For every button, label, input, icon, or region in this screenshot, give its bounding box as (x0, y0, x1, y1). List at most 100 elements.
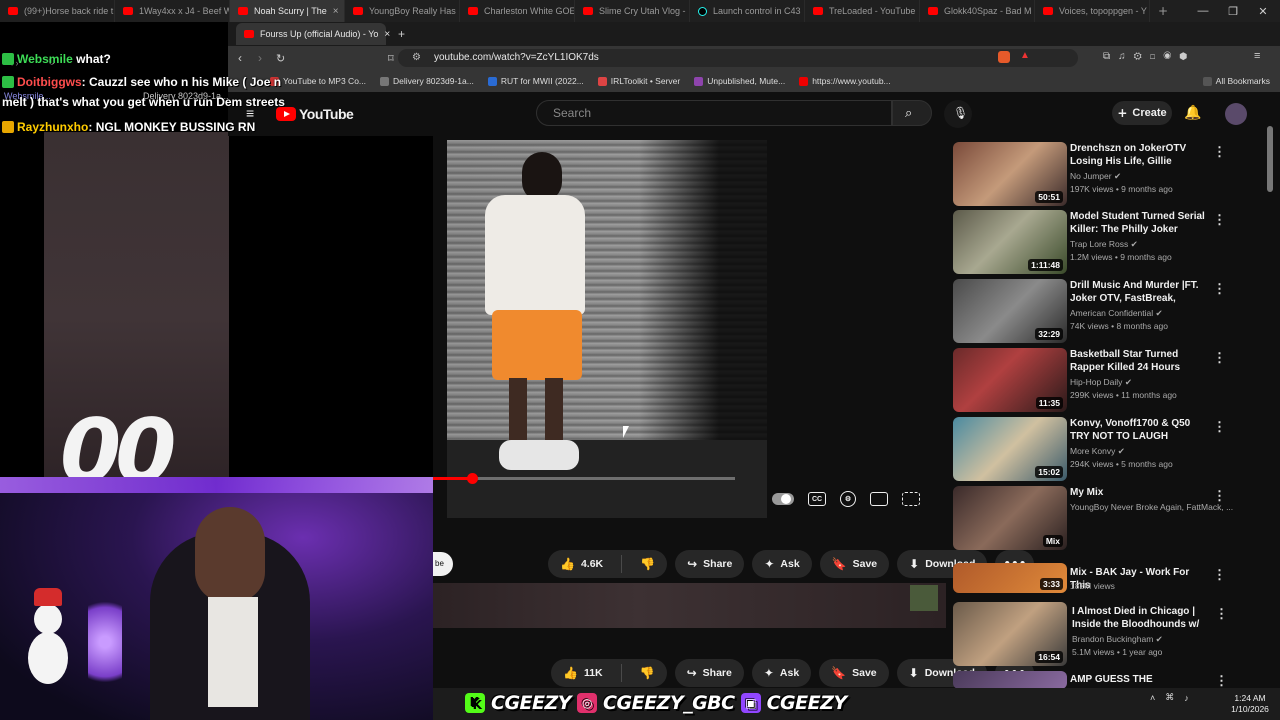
more-options-icon[interactable]: ⋮ (1213, 144, 1226, 160)
browser-tab[interactable]: Launch control in C43× (690, 0, 805, 22)
video-thumbnail[interactable]: 32:29 (953, 279, 1067, 343)
new-tab-button[interactable]: + (1150, 0, 1180, 22)
brave-shield-icon[interactable] (998, 51, 1010, 63)
like-button[interactable]: 👍 4.6K (548, 550, 615, 578)
save-button[interactable]: 🔖 Save (819, 659, 889, 687)
scrollbar-thumb[interactable] (1267, 126, 1273, 192)
video-progress-bar[interactable] (433, 473, 735, 484)
extensions-icons[interactable]: ⧉♫⚙◻◉⬢ (1103, 51, 1195, 62)
video-title[interactable]: Model Student Turned Serial Killer: The … (1070, 210, 1205, 236)
bookmark-item[interactable]: IRLToolkit • Server (597, 76, 680, 86)
like-button[interactable]: 👍 11K (551, 659, 615, 687)
more-options-icon[interactable]: ⋮ (1213, 350, 1226, 366)
recommendation-item[interactable]: 32:29 Drill Music And Murder |FT. Joker … (951, 277, 1271, 343)
bookmark-item[interactable]: Unpublished, Mute... (694, 76, 785, 86)
bookmark-item[interactable]: https://www.youtub... (799, 76, 891, 86)
video-title[interactable]: Basketball Star Turned Rapper Killed 24 … (1070, 348, 1205, 374)
channel-name[interactable]: Hip-Hop Daily ✔ (1070, 377, 1132, 388)
video-player[interactable] (447, 140, 767, 518)
network-icon[interactable]: ⌘ (1165, 692, 1174, 703)
browser-tab[interactable]: Glokk40Spaz - Bad M× (920, 0, 1035, 22)
browser-tab[interactable]: 1Way4xx x J4 - Beef W× (115, 0, 230, 22)
window-minimize-button[interactable]: — (1188, 0, 1218, 22)
video-title[interactable]: Drenchszn on JokerOTV Losing His Life, G… (1070, 142, 1205, 168)
bookmark-item[interactable]: RUT for MWII (2022... (487, 76, 584, 86)
more-options-icon[interactable]: ⋮ (1213, 567, 1226, 583)
volume-icon[interactable]: ♪ (1184, 693, 1189, 703)
recommendation-item[interactable]: 15:02 Konvy, Vonoff1700 & Q50 TRY NOT TO… (951, 415, 1271, 481)
captions-icon[interactable]: CC (808, 492, 826, 506)
more-options-icon[interactable]: ⋮ (1213, 212, 1226, 228)
browser-tab[interactable]: YoungBoy Really Has× (345, 0, 460, 22)
channel-name[interactable]: Brandon Buckingham ✔ (1072, 634, 1163, 645)
voice-search-button[interactable]: 🎙 (944, 100, 972, 128)
dislike-button[interactable]: 👎 (628, 659, 667, 687)
video-thumbnail[interactable]: 16:54 (953, 602, 1067, 666)
settings-gear-icon[interactable]: ⚙ (840, 491, 856, 507)
window-restore-button[interactable]: ❐ (1218, 0, 1248, 22)
recommendation-item[interactable]: 16:54 I Almost Died in Chicago | Inside … (951, 600, 1271, 666)
menu-icon[interactable]: ≡ (1254, 50, 1260, 62)
channel-name[interactable]: No Jumper ✔ (1070, 171, 1121, 182)
more-options-icon[interactable]: ⋮ (1215, 606, 1228, 622)
search-button[interactable]: ⌕ (892, 100, 932, 126)
recommendation-item[interactable]: 50:51 Drenchszn on JokerOTV Losing His L… (951, 140, 1271, 206)
video-thumbnail[interactable]: 1:11:48 (953, 210, 1067, 274)
channel-name[interactable]: Trap Lore Ross ✔ (1070, 239, 1138, 250)
recommendation-item[interactable]: 11:35 Basketball Star Turned Rapper Kill… (951, 346, 1271, 412)
browser-tab[interactable]: Slime Cry Utah Vlog -× (575, 0, 690, 22)
ask-button[interactable]: ✦ Ask (751, 659, 812, 687)
video-title[interactable]: Drill Music And Murder |FT. Joker OTV, F… (1070, 279, 1205, 305)
video-title[interactable]: Konvy, Vonoff1700 & Q50 TRY NOT TO LAUGH… (1070, 417, 1205, 443)
close-tab-icon[interactable]: × (384, 29, 390, 40)
video-thumbnail[interactable] (953, 671, 1067, 689)
browser-tab[interactable]: Charleston White GOE× (460, 0, 575, 22)
browser-tab[interactable]: (99+)Horse back ride t× (0, 0, 115, 22)
rewards-icon[interactable]: ▲ (1020, 50, 1030, 61)
create-button[interactable]: + Create (1112, 101, 1172, 125)
inner-active-tab[interactable]: Fourss Up (official Audio) - Yo × (236, 23, 390, 45)
browser-tab-active[interactable]: Noah Scurry | The × (230, 0, 345, 22)
new-tab-icon[interactable]: + (398, 27, 405, 41)
more-options-icon[interactable]: ⋮ (1213, 419, 1226, 435)
save-button[interactable]: 🔖 Save (819, 550, 890, 578)
channel-name[interactable]: More Konvy ✔ (1070, 446, 1125, 457)
video-thumbnail[interactable]: 11:35 (953, 348, 1067, 412)
recommendation-item[interactable]: Mix My Mix YoungBoy Never Broke Again, F… (951, 484, 1271, 550)
url-bar[interactable]: ⚙ youtube.com/watch?v=ZcYL1IOK7ds (398, 49, 1078, 67)
video-thumbnail[interactable]: 50:51 (953, 142, 1067, 206)
video-thumbnail[interactable]: 3:33 (953, 563, 1067, 593)
fullscreen-icon[interactable] (902, 492, 920, 506)
share-button[interactable]: ↪ Share (675, 550, 745, 578)
notifications-bell-icon[interactable]: 🔔 (1184, 104, 1204, 124)
video-thumbnail[interactable]: 15:02 (953, 417, 1067, 481)
browser-tab[interactable]: TreLoaded - YouTube× (805, 0, 920, 22)
system-clock[interactable]: 1:24 AM 1/10/2026 (1222, 693, 1278, 715)
more-options-icon[interactable]: ⋮ (1215, 673, 1228, 689)
all-bookmarks[interactable]: All Bookmarks (1202, 76, 1270, 86)
search-input[interactable]: Search (536, 100, 892, 126)
mix-thumbnail[interactable]: Mix (953, 486, 1067, 550)
autoplay-toggle[interactable] (772, 493, 794, 505)
chevron-up-icon[interactable]: ˄ (1150, 693, 1155, 703)
youtube-logo[interactable]: YouTube (276, 106, 354, 122)
dislike-button[interactable]: 👎 (628, 550, 667, 578)
bookmark-item[interactable]: Delivery 8023d9-1a... (380, 76, 474, 86)
avatar[interactable] (1225, 103, 1247, 125)
video-title[interactable]: I Almost Died in Chicago | Inside the Bl… (1072, 605, 1207, 631)
mix-title[interactable]: My Mix (1070, 486, 1205, 499)
window-close-button[interactable]: ✕ (1248, 0, 1278, 22)
close-tab-icon[interactable]: × (333, 6, 339, 17)
subscribe-button[interactable]: be (433, 552, 453, 576)
channel-name[interactable]: American Confidential ✔ (1070, 308, 1163, 319)
miniplayer-icon[interactable] (870, 492, 888, 506)
share-button[interactable]: ↪ Share (674, 659, 744, 687)
more-options-icon[interactable]: ⋮ (1213, 281, 1226, 297)
recommendation-item[interactable]: 3:33 Mix - BAK Jay - Work For This 182M … (951, 561, 1271, 601)
bookmark-item[interactable]: YouTube to MP3 Co... (270, 76, 366, 86)
browser-tab[interactable]: Voices, topoppgen - Y× (1035, 0, 1150, 22)
ask-button[interactable]: ✦ Ask (752, 550, 812, 578)
more-options-icon[interactable]: ⋮ (1213, 488, 1226, 504)
recommendation-item[interactable]: AMP GUESS THE STRIPPER ⋮ (951, 669, 1271, 698)
recommendation-item[interactable]: 1:11:48 Model Student Turned Serial Kill… (951, 208, 1271, 274)
